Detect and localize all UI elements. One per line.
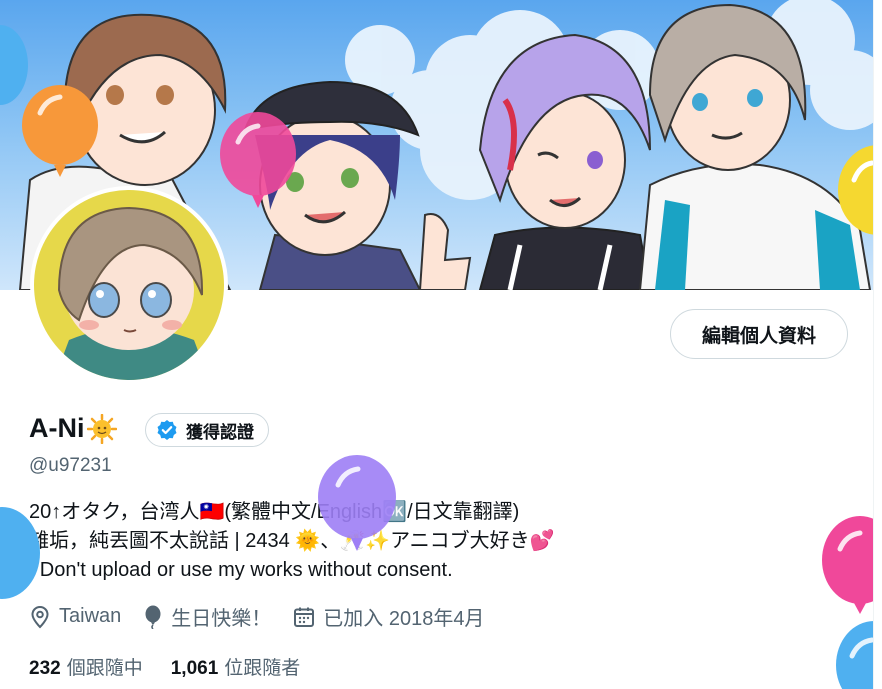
banner-character-3 (478, 33, 652, 290)
balloon-purple (318, 455, 396, 551)
follow-stats: 232 個跟隨中 1,061 位跟隨者 (29, 653, 328, 680)
user-handle: @u97231 (29, 455, 112, 476)
profile-meta: Taiwan 生日快樂！ 已加入 2018年4月 (29, 602, 506, 631)
balloon-orange (22, 85, 98, 177)
birthday-text: 生日快樂！ (171, 608, 272, 630)
location-text: Taiwan (59, 605, 122, 627)
joined-text: 已加入 2018年4月 (323, 608, 485, 630)
verified-label: 獲得認證 (186, 422, 254, 442)
sun-emoji-icon (86, 413, 117, 444)
following-count: 232 (29, 658, 61, 679)
followers-link[interactable]: 1,061 位跟隨者 (171, 653, 301, 680)
balloon-pink-top (220, 112, 296, 208)
followers-count: 1,061 (170, 658, 219, 679)
following-label: 個跟隨中 (66, 658, 143, 679)
following-link[interactable]: 232 個跟隨中 (29, 653, 143, 680)
joined-item: 已加入 2018年4月 (293, 602, 484, 631)
verified-badge-icon (157, 420, 177, 440)
calendar-icon (294, 607, 315, 627)
verified-badge-button[interactable]: 獲得認證 (145, 413, 269, 447)
page-edge (873, 0, 882, 689)
balloon-icon (145, 605, 161, 629)
display-name: A-Ni (29, 413, 85, 443)
display-name-row: A-Ni (29, 413, 117, 444)
birthday-item: 生日快樂！ (143, 602, 271, 631)
bio-line: | Don't upload or use my works without c… (29, 559, 453, 581)
profile-avatar[interactable] (30, 186, 228, 384)
location-pin-icon (31, 605, 49, 628)
followers-label: 位跟隨者 (224, 658, 301, 679)
balloon-blue-left (0, 507, 40, 599)
location-item: Taiwan (29, 605, 121, 629)
edit-profile-button[interactable]: 編輯個人資料 (670, 309, 848, 359)
